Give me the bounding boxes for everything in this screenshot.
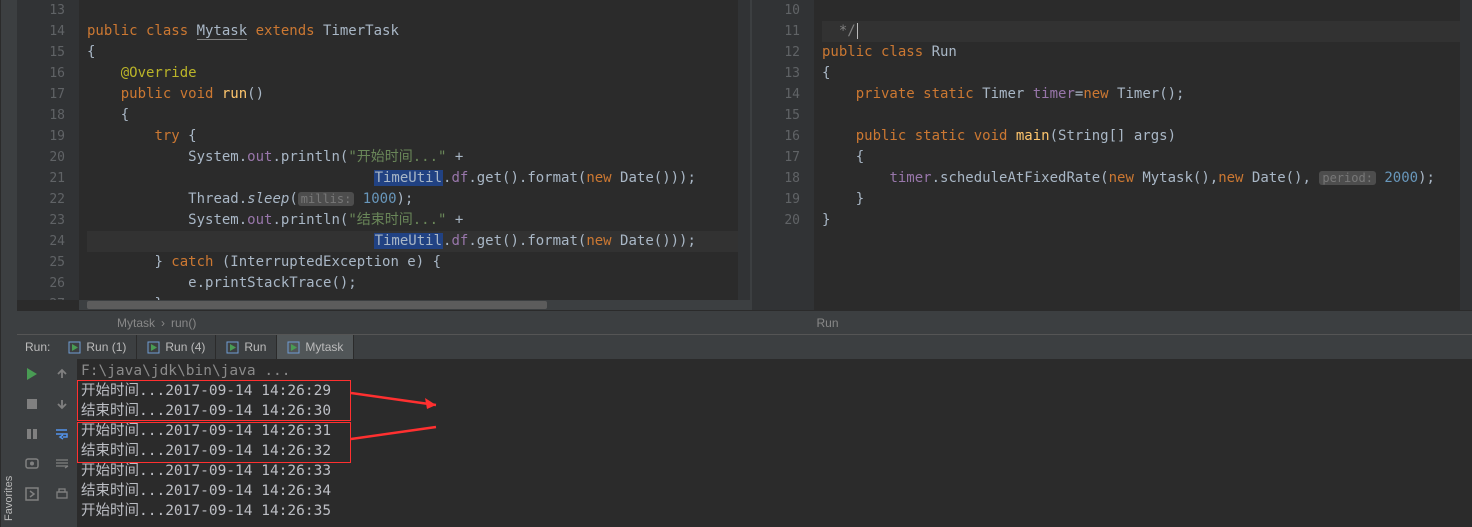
run-config-icon bbox=[147, 341, 160, 354]
h-scrollbar-left[interactable] bbox=[79, 300, 750, 310]
code-right[interactable]: */ public class Run { private static Tim… bbox=[814, 0, 1460, 310]
h-scrollbar-thumb[interactable] bbox=[87, 301, 547, 309]
gutter-left[interactable]: 13 14 15 16 17 18 19 20 21 22 23 24 25 2… bbox=[17, 0, 79, 300]
pause-button[interactable] bbox=[23, 425, 41, 443]
console-output[interactable]: F:\java\jdk\bin\java ... 开始时间...2017-09-… bbox=[77, 359, 1472, 527]
editor-split: 13 14 15 16 17 18 19 20 21 22 23 24 25 2… bbox=[17, 0, 1472, 310]
caret bbox=[857, 23, 858, 39]
annotation-box bbox=[77, 422, 351, 463]
annotation-box bbox=[77, 380, 351, 421]
breadcrumb-item[interactable]: Mytask bbox=[117, 316, 155, 330]
scroll-to-end-button[interactable] bbox=[53, 455, 71, 473]
run-tool-window: Run: Run (1) Run (4) Run Mytask F bbox=[17, 334, 1472, 527]
main-area: 13 14 15 16 17 18 19 20 21 22 23 24 25 2… bbox=[17, 0, 1472, 527]
breadcrumb-left[interactable]: Mytask › run() bbox=[17, 311, 773, 334]
console-line: 开始时间...2017-09-14 14:26:33 bbox=[81, 461, 1472, 481]
run-tab[interactable]: Run (1) bbox=[58, 335, 137, 359]
error-stripe-right[interactable] bbox=[1460, 0, 1472, 310]
favorites-tool-window-tab[interactable]: Favorites bbox=[0, 0, 17, 527]
editor-right[interactable]: 10 11 12 13 14 15 16 17 18 19 20 */ publ… bbox=[752, 0, 1472, 310]
run-config-icon bbox=[68, 341, 81, 354]
run-tab[interactable]: Run (4) bbox=[137, 335, 216, 359]
param-hint: millis: bbox=[298, 192, 355, 206]
scroll-down-button[interactable] bbox=[53, 395, 71, 413]
run-config-icon bbox=[226, 341, 239, 354]
code-left[interactable]: public class Mytask extends TimerTask { … bbox=[79, 0, 738, 300]
breadcrumb-right[interactable]: Run bbox=[773, 311, 1472, 334]
run-config-icon bbox=[287, 341, 300, 354]
favorites-label: Favorites bbox=[3, 476, 15, 521]
run-header: Run: Run (1) Run (4) Run Mytask bbox=[17, 335, 1472, 359]
console-line: 结束时间...2017-09-14 14:26:34 bbox=[81, 481, 1472, 501]
stop-button[interactable] bbox=[23, 395, 41, 413]
print-button[interactable] bbox=[53, 485, 71, 503]
error-stripe-left[interactable] bbox=[738, 0, 750, 300]
param-hint: period: bbox=[1319, 171, 1376, 185]
console-line: 开始时间...2017-09-14 14:26:35 bbox=[81, 501, 1472, 521]
run-toolbar-secondary bbox=[47, 359, 77, 527]
chevron-right-icon: › bbox=[161, 316, 165, 330]
console-command: F:\java\jdk\bin\java ... bbox=[81, 361, 1472, 381]
gutter-right[interactable]: 10 11 12 13 14 15 16 17 18 19 20 bbox=[752, 0, 814, 310]
breadcrumb-item[interactable]: Run bbox=[817, 316, 839, 330]
exit-button[interactable] bbox=[23, 485, 41, 503]
editor-left[interactable]: 13 14 15 16 17 18 19 20 21 22 23 24 25 2… bbox=[17, 0, 752, 310]
breadcrumb-item[interactable]: run() bbox=[171, 316, 196, 330]
breadcrumb-bar: Mytask › run() Run bbox=[17, 310, 1472, 334]
scroll-up-button[interactable] bbox=[53, 365, 71, 383]
run-tab[interactable]: Run bbox=[216, 335, 277, 359]
soft-wrap-button[interactable] bbox=[53, 425, 71, 443]
dump-threads-button[interactable] bbox=[23, 455, 41, 473]
run-title: Run: bbox=[17, 340, 58, 354]
run-tab-active[interactable]: Mytask bbox=[277, 335, 354, 359]
run-toolbar-primary bbox=[17, 359, 47, 527]
rerun-button[interactable] bbox=[23, 365, 41, 383]
